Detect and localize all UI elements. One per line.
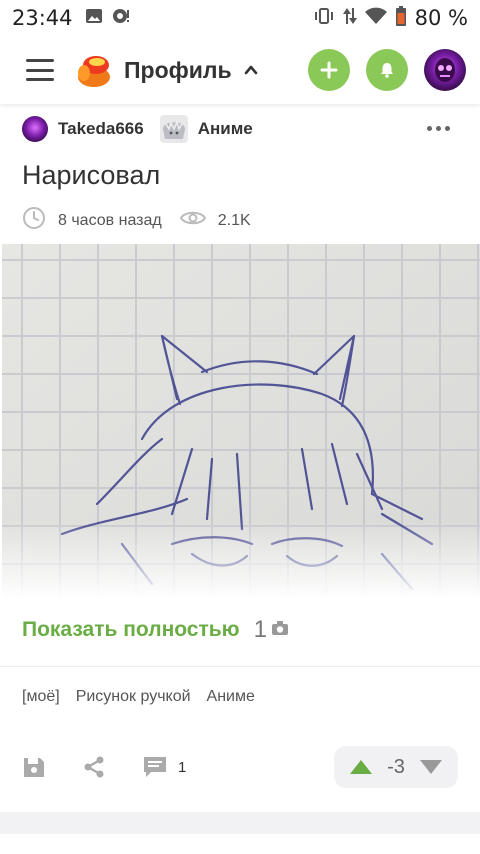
status-bar: 23:44 80 %: [0, 0, 480, 36]
eye-icon: [179, 208, 206, 233]
notification-icon: [111, 7, 131, 30]
share-button[interactable]: [82, 755, 106, 779]
community-avatar[interactable]: [159, 115, 188, 143]
next-card: [0, 834, 480, 854]
post-card: Takeda666 Аниме Нарисовал 8 часов назад …: [0, 104, 480, 812]
show-more-link[interactable]: Показать полностью: [22, 618, 240, 642]
vote-box: -3: [334, 746, 458, 788]
comment-icon: [144, 757, 166, 777]
post-time: 8 часов назад: [58, 211, 162, 229]
save-icon: [24, 758, 44, 777]
view-count: 2.1K: [217, 211, 251, 229]
photo-count: 1: [253, 616, 267, 643]
battery-icon: [395, 5, 407, 31]
image-icon: [85, 7, 103, 30]
save-button[interactable]: [22, 755, 46, 779]
tag[interactable]: Рисунок ручкой: [76, 688, 191, 706]
tag[interactable]: [моё]: [22, 688, 60, 706]
vibrate-icon: [313, 7, 335, 30]
rating: -3: [387, 755, 405, 778]
downvote-icon[interactable]: [419, 758, 443, 776]
data-arrows-icon: [342, 6, 357, 31]
chevron-up-icon[interactable]: [244, 63, 258, 77]
tag[interactable]: Аниме: [207, 688, 255, 706]
plus-icon: [320, 61, 338, 79]
post-image[interactable]: [2, 244, 480, 599]
app-header: Профиль: [0, 36, 480, 104]
clock-icon: [22, 206, 46, 235]
comment-count: 1: [178, 758, 187, 776]
post-stats: 8 часов назад 2.1K: [22, 206, 251, 235]
status-time: 23:44: [12, 6, 73, 30]
upvote-icon[interactable]: [349, 758, 373, 776]
camera-icon: [271, 620, 289, 641]
divider: [0, 666, 480, 667]
comments-button[interactable]: 1: [142, 755, 186, 779]
page-title[interactable]: Профиль: [124, 57, 232, 84]
menu-icon[interactable]: [26, 59, 54, 81]
bell-icon: [381, 63, 393, 78]
avatar[interactable]: [424, 49, 466, 91]
tag-list: [моё] Рисунок ручкой Аниме: [22, 688, 255, 706]
share-icon: [84, 756, 104, 778]
author-avatar[interactable]: [22, 116, 48, 142]
battery-text: 80 %: [414, 6, 468, 30]
add-button[interactable]: [308, 49, 350, 91]
app-logo[interactable]: [74, 51, 112, 89]
author-name[interactable]: Takeda666: [58, 119, 144, 139]
wifi-icon: [364, 7, 387, 30]
post-actions: 1 -3: [22, 746, 458, 788]
notifications-button[interactable]: [366, 49, 408, 91]
community-name[interactable]: Аниме: [198, 119, 253, 139]
more-icon[interactable]: [427, 126, 450, 131]
post-title[interactable]: Нарисовал: [22, 160, 160, 191]
